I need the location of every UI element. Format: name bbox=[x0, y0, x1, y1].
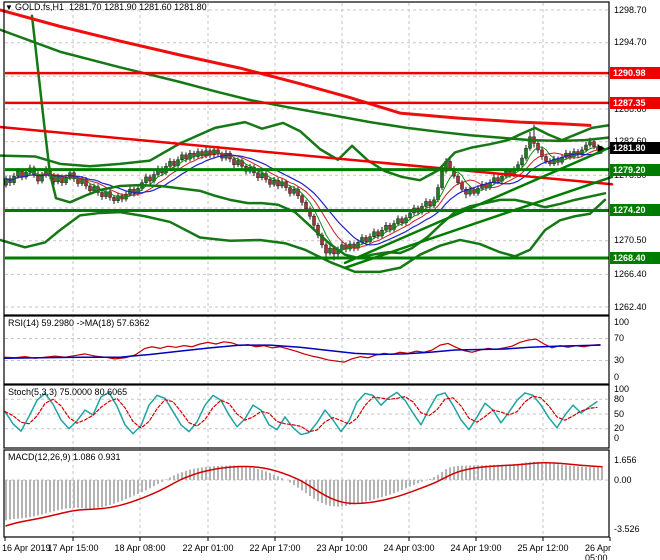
candle-body bbox=[388, 224, 392, 230]
candle-body bbox=[448, 161, 452, 170]
candle-body bbox=[312, 215, 316, 226]
candle-body bbox=[428, 201, 432, 206]
candle-body bbox=[172, 161, 176, 166]
macd-signal-line bbox=[5, 461, 603, 527]
candle-body bbox=[400, 218, 404, 224]
candle-body bbox=[292, 188, 296, 194]
candle-body bbox=[92, 186, 96, 192]
rsi-line bbox=[4, 338, 601, 363]
candle-body bbox=[20, 170, 24, 178]
candle-body bbox=[16, 170, 20, 177]
candle-body bbox=[592, 141, 596, 147]
candle-body bbox=[536, 143, 540, 151]
candle-body bbox=[376, 231, 380, 237]
stoch-pane-border bbox=[3, 384, 610, 449]
candle-body bbox=[544, 156, 548, 162]
candle-body bbox=[80, 179, 84, 184]
candle-body bbox=[408, 212, 412, 219]
candle-body bbox=[100, 192, 104, 197]
candle-body bbox=[440, 170, 444, 188]
upper-band-line bbox=[0, 120, 610, 182]
candle-body bbox=[112, 197, 116, 201]
candle-body bbox=[456, 175, 460, 183]
candle-body bbox=[588, 141, 592, 146]
candle-body bbox=[384, 224, 388, 231]
chart-window: ▼ GOLD.fs,H1 1281.70 1281.90 1281.60 128… bbox=[0, 0, 660, 560]
candle-body bbox=[396, 218, 400, 224]
candle-body bbox=[528, 136, 532, 149]
symbol-dropdown-icon[interactable]: ▼ bbox=[5, 3, 13, 12]
main-pane-border bbox=[3, 1, 610, 316]
candle-body bbox=[496, 177, 500, 182]
candle-body bbox=[364, 237, 368, 242]
candle-body bbox=[524, 148, 528, 159]
ma-fast-line bbox=[5, 145, 603, 251]
candle-body bbox=[168, 161, 172, 167]
candle-body bbox=[372, 231, 376, 237]
candle-body bbox=[184, 154, 188, 160]
candle-body bbox=[328, 247, 332, 254]
candle-body bbox=[232, 158, 236, 165]
rsi-pane-border bbox=[3, 315, 610, 385]
candle-body bbox=[272, 179, 276, 185]
candle-body bbox=[304, 202, 308, 210]
candle-body bbox=[180, 154, 184, 161]
candle-body bbox=[460, 182, 464, 190]
candle-body bbox=[260, 173, 264, 179]
candle-body bbox=[56, 176, 60, 183]
candle-body bbox=[424, 201, 428, 207]
candle-body bbox=[288, 187, 292, 194]
candle-body bbox=[144, 176, 148, 183]
candle-body bbox=[300, 195, 304, 203]
candle-body bbox=[340, 244, 344, 251]
candle-body bbox=[324, 244, 328, 254]
candle-body bbox=[256, 172, 260, 179]
candle-body bbox=[584, 144, 588, 151]
candle-body bbox=[148, 176, 152, 182]
candle-body bbox=[520, 157, 524, 165]
candle-body bbox=[236, 160, 240, 165]
candle-body bbox=[268, 179, 272, 185]
candle-body bbox=[88, 185, 92, 192]
chart-canvas[interactable] bbox=[0, 0, 660, 560]
